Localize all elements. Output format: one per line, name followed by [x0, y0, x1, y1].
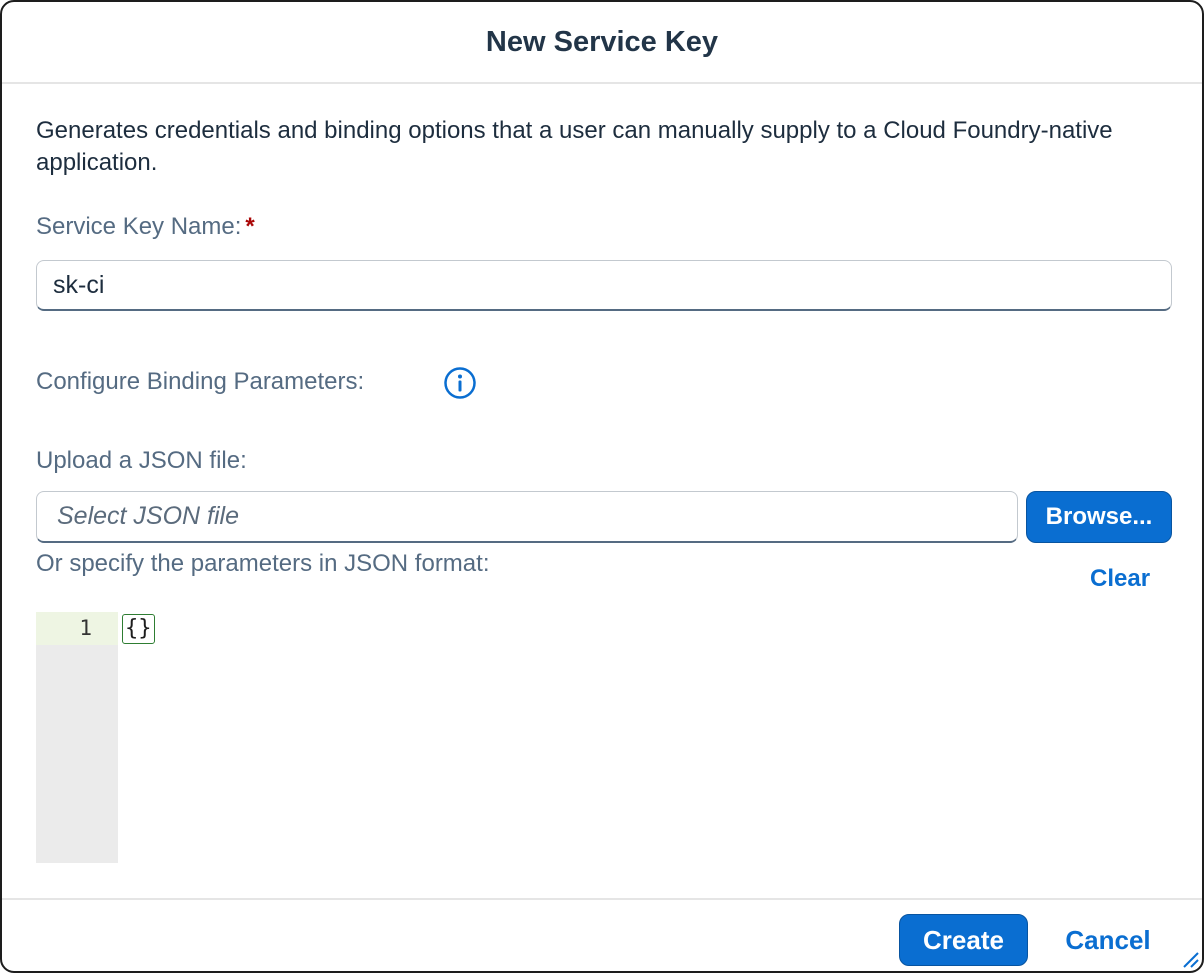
upload-json-label: Upload a JSON file:	[36, 447, 247, 474]
service-key-name-value: sk-ci	[53, 270, 105, 299]
browse-button[interactable]: Browse...	[1026, 491, 1172, 543]
new-service-key-dialog: New Service Key Generates credentials an…	[0, 0, 1204, 973]
service-key-name-input[interactable]: sk-ci	[36, 260, 1172, 311]
service-key-name-label: Service Key Name: *	[36, 213, 255, 241]
service-key-name-label-text: Service Key Name:	[36, 213, 242, 240]
resize-handle-icon[interactable]	[1178, 947, 1200, 969]
required-marker: *	[245, 213, 255, 240]
editor-gutter	[36, 612, 118, 863]
json-file-input[interactable]: Select JSON file	[36, 491, 1018, 543]
cancel-button[interactable]: Cancel	[1048, 914, 1168, 966]
json-format-label: Or specify the parameters in JSON format…	[36, 550, 490, 577]
info-icon[interactable]	[443, 366, 477, 400]
dialog-header: New Service Key	[2, 2, 1202, 84]
create-button[interactable]: Create	[899, 914, 1028, 966]
clear-button[interactable]: Clear	[1090, 565, 1150, 593]
json-file-placeholder: Select JSON file	[57, 502, 240, 530]
dialog-footer: Create Cancel	[2, 898, 1202, 971]
binding-parameters-label: Configure Binding Parameters:	[36, 368, 365, 395]
dialog-description: Generates credentials and binding option…	[36, 117, 1113, 176]
dialog-title: New Service Key	[485, 25, 719, 58]
line-number: 1	[79, 616, 92, 640]
json-editor[interactable]: 1 {}	[36, 612, 1156, 863]
editor-active-line-gutter: 1	[36, 612, 118, 645]
editor-code-line[interactable]: {}	[122, 614, 155, 644]
